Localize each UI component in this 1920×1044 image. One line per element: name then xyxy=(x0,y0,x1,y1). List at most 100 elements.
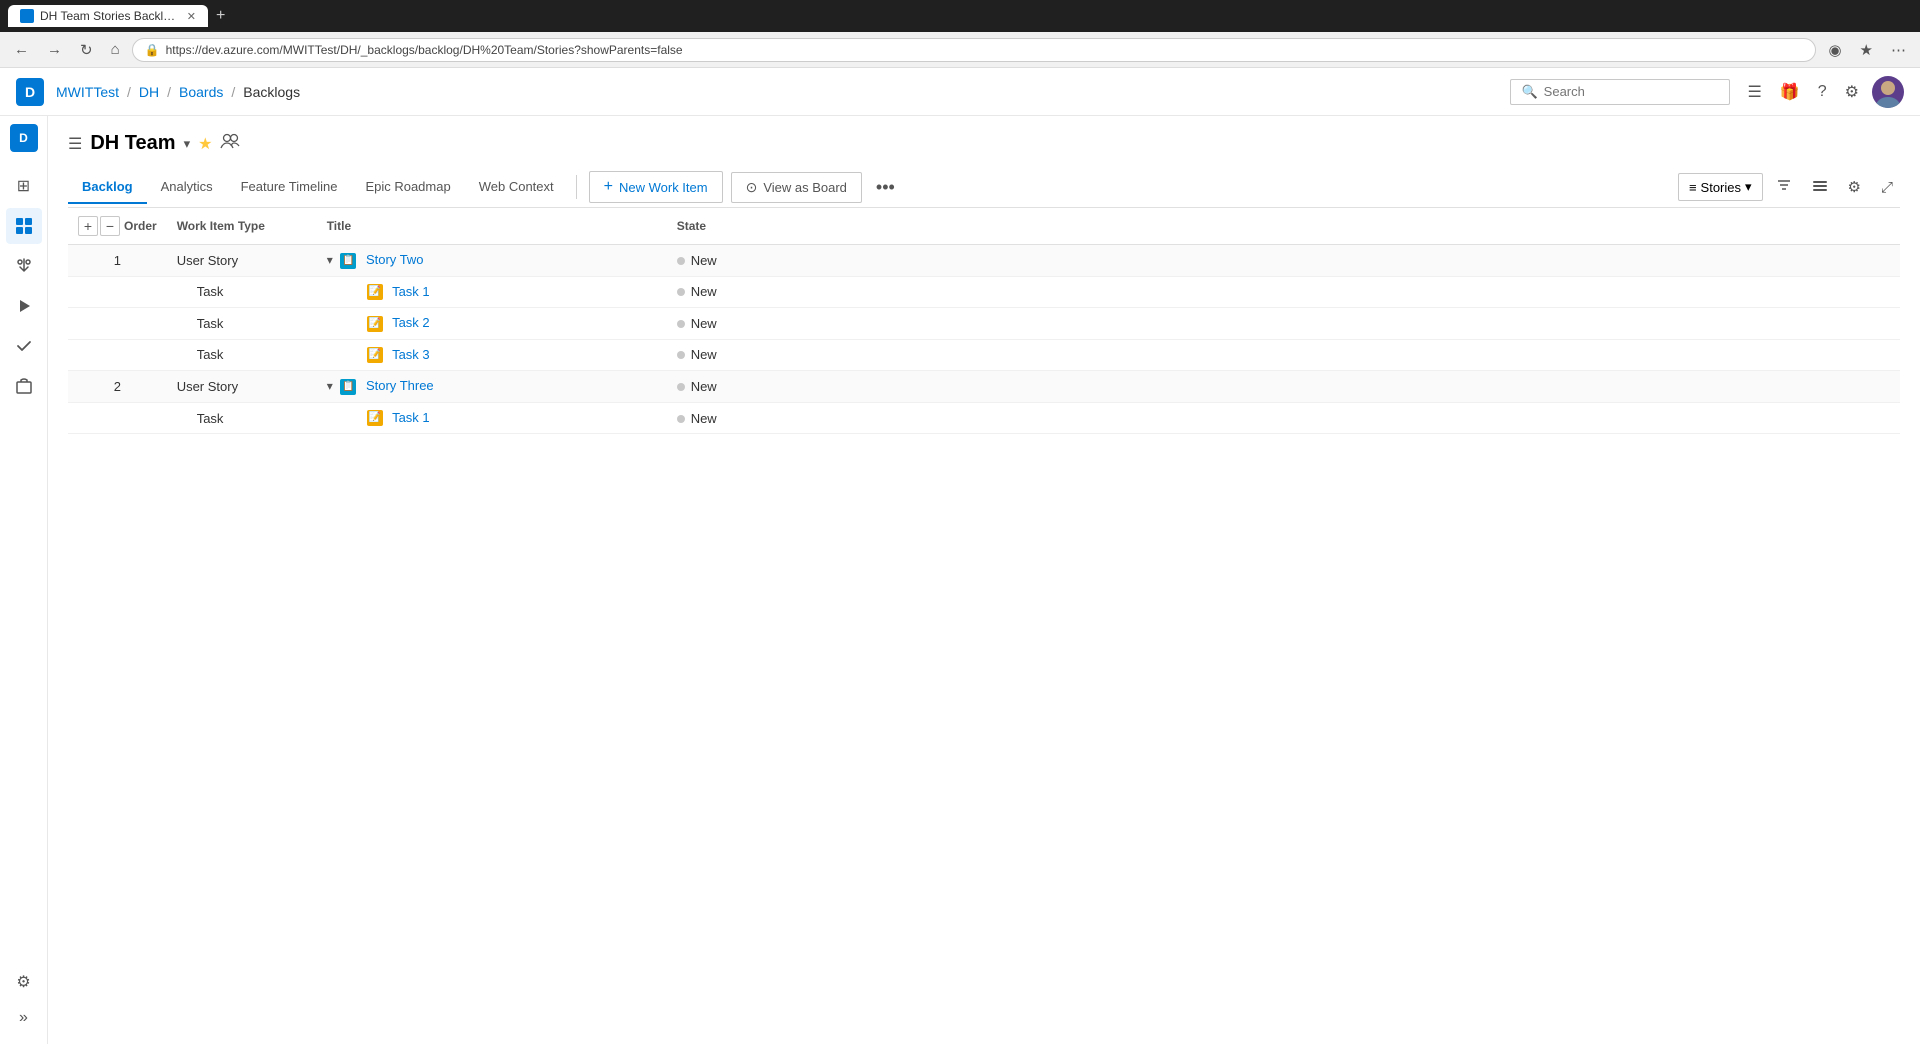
main-content: D ⊞ ⚙ » xyxy=(0,116,1920,1044)
app-logo[interactable]: D xyxy=(16,78,44,106)
breadcrumb-section[interactable]: Boards xyxy=(179,84,223,100)
sidebar-item-repos[interactable] xyxy=(6,248,42,284)
type-cell: User Story xyxy=(167,245,317,277)
address-bar[interactable]: 🔒 https://dev.azure.com/MWITTest/DH/_bac… xyxy=(132,38,1817,62)
order-cell xyxy=(68,308,167,340)
sidebar-item-overview[interactable]: ⊞ xyxy=(6,168,42,204)
tab-title: DH Team Stories Backlog - Boar... xyxy=(40,9,181,23)
collapse-all-button[interactable]: − xyxy=(100,216,120,236)
state-cell: New xyxy=(667,339,787,371)
state-dot xyxy=(677,320,685,328)
story-icon: 📋 xyxy=(340,379,356,395)
col-header-extra xyxy=(787,208,1900,245)
col-header-state: State xyxy=(667,208,787,245)
state-dot xyxy=(677,257,685,265)
avatar[interactable] xyxy=(1872,76,1904,108)
task-title[interactable]: Task 3 xyxy=(392,347,430,362)
story-icon: 📋 xyxy=(340,253,356,269)
tab-analytics[interactable]: Analytics xyxy=(147,171,227,204)
app: D MWITTest / DH / Boards / Backlogs 🔍 ☰ … xyxy=(0,68,1920,1044)
logo-letter: D xyxy=(25,84,35,100)
column-options-button[interactable] xyxy=(1805,172,1835,202)
view-board-icon: ⊙ xyxy=(746,179,758,196)
team-members-icon[interactable] xyxy=(220,133,240,154)
gift-button[interactable]: 🎁 xyxy=(1775,77,1805,107)
add-minus-buttons: + − xyxy=(78,216,120,236)
state-cell: New xyxy=(667,276,787,308)
table-row: Task 📝 Task 1 New xyxy=(68,276,1900,308)
tab-epic-roadmap[interactable]: Epic Roadmap xyxy=(351,171,464,204)
display-settings-button[interactable]: ⚙ xyxy=(1841,173,1868,201)
expand-row-button[interactable]: ▾ xyxy=(327,379,333,393)
breadcrumb-sep-1: / xyxy=(127,84,131,100)
settings-list-button[interactable]: ☰ xyxy=(1742,77,1766,107)
table-row: Task 📝 Task 1 New xyxy=(68,402,1900,434)
page-header: ☰ DH Team ▾ ★ Backlog Analytics Feature … xyxy=(48,116,1920,208)
extra-cell xyxy=(787,308,1900,340)
order-cell xyxy=(68,276,167,308)
more-options-button[interactable]: ••• xyxy=(870,173,901,202)
extensions-button[interactable]: ◉ xyxy=(1822,37,1847,63)
tab-feature-timeline[interactable]: Feature Timeline xyxy=(227,171,352,204)
story-title[interactable]: Story Three xyxy=(366,378,434,393)
browser-tab[interactable]: DH Team Stories Backlog - Boar... ✕ xyxy=(8,5,208,27)
team-name: DH Team xyxy=(90,132,175,155)
task-icon: 📝 xyxy=(367,316,383,332)
task-title[interactable]: Task 1 xyxy=(392,410,430,425)
browser-menu-button[interactable]: ⋯ xyxy=(1885,37,1912,63)
user-settings-button[interactable]: ⚙ xyxy=(1840,77,1864,107)
table-row: Task 📝 Task 2 New xyxy=(68,308,1900,340)
breadcrumb-project[interactable]: DH xyxy=(139,84,159,100)
col-header-order: + − Order xyxy=(68,208,167,245)
sidebar: D ⊞ ⚙ » xyxy=(0,116,48,1044)
new-tab-button[interactable]: + xyxy=(216,7,225,25)
filter-button[interactable] xyxy=(1769,172,1799,202)
browser-chrome: DH Team Stories Backlog - Boar... ✕ + xyxy=(0,0,1920,32)
search-input[interactable] xyxy=(1544,84,1720,99)
sidebar-item-project-settings[interactable]: ⚙ xyxy=(6,964,42,1000)
type-cell: Task xyxy=(167,276,317,308)
view-as-board-button[interactable]: ⊙ View as Board xyxy=(731,172,862,203)
sidebar-org-icon[interactable]: D xyxy=(10,124,38,152)
favorites-button[interactable]: ★ xyxy=(1854,37,1879,63)
favorite-icon[interactable]: ★ xyxy=(198,134,212,154)
forward-button[interactable]: → xyxy=(41,37,68,62)
sidebar-item-testplans[interactable] xyxy=(6,328,42,364)
back-button[interactable]: ← xyxy=(8,37,35,62)
tab-web-context[interactable]: Web Context xyxy=(465,171,568,204)
extra-cell xyxy=(787,245,1900,277)
tab-backlog[interactable]: Backlog xyxy=(68,171,147,204)
sidebar-item-boards[interactable] xyxy=(6,208,42,244)
expand-row-button[interactable]: ▾ xyxy=(327,253,333,267)
search-icon: 🔍 xyxy=(1521,84,1537,100)
new-work-item-button[interactable]: + New Work Item xyxy=(589,171,723,203)
state-dot xyxy=(677,351,685,359)
stories-label: Stories xyxy=(1701,180,1741,195)
breadcrumb-sep-2: / xyxy=(167,84,171,100)
task-title[interactable]: Task 2 xyxy=(392,315,430,330)
expand-all-button[interactable]: + xyxy=(78,216,98,236)
search-box[interactable]: 🔍 xyxy=(1510,79,1730,105)
story-title[interactable]: Story Two xyxy=(366,252,424,267)
title-cell: ▾ 📋 Story Two xyxy=(317,245,667,277)
stories-selector[interactable]: ≡ Stories ▾ xyxy=(1678,173,1763,201)
hamburger-icon[interactable]: ☰ xyxy=(68,134,82,154)
table-row: 1 User Story ▾ 📋 Story Two New xyxy=(68,245,1900,277)
backlog-area: + − Order Work Item Type Title State xyxy=(48,208,1920,1044)
breadcrumb-org[interactable]: MWITTest xyxy=(56,84,119,100)
team-dropdown-icon[interactable]: ▾ xyxy=(184,136,191,152)
help-button[interactable]: ? xyxy=(1813,78,1832,106)
fullscreen-button[interactable]: ⤢ xyxy=(1874,174,1900,201)
col-header-title: Title xyxy=(317,208,667,245)
state-dot xyxy=(677,288,685,296)
sidebar-item-pipelines[interactable] xyxy=(6,288,42,324)
sidebar-item-expand[interactable]: » xyxy=(6,1000,42,1036)
tab-close-icon[interactable]: ✕ xyxy=(187,10,196,23)
refresh-button[interactable]: ↻ xyxy=(74,37,99,63)
task-title[interactable]: Task 1 xyxy=(392,284,430,299)
sidebar-item-artifacts[interactable] xyxy=(6,368,42,404)
home-button[interactable]: ⌂ xyxy=(105,37,126,62)
extra-cell xyxy=(787,371,1900,403)
page-area: ☰ DH Team ▾ ★ Backlog Analytics Feature … xyxy=(48,116,1920,1044)
breadcrumb: MWITTest / DH / Boards / Backlogs xyxy=(56,84,300,100)
